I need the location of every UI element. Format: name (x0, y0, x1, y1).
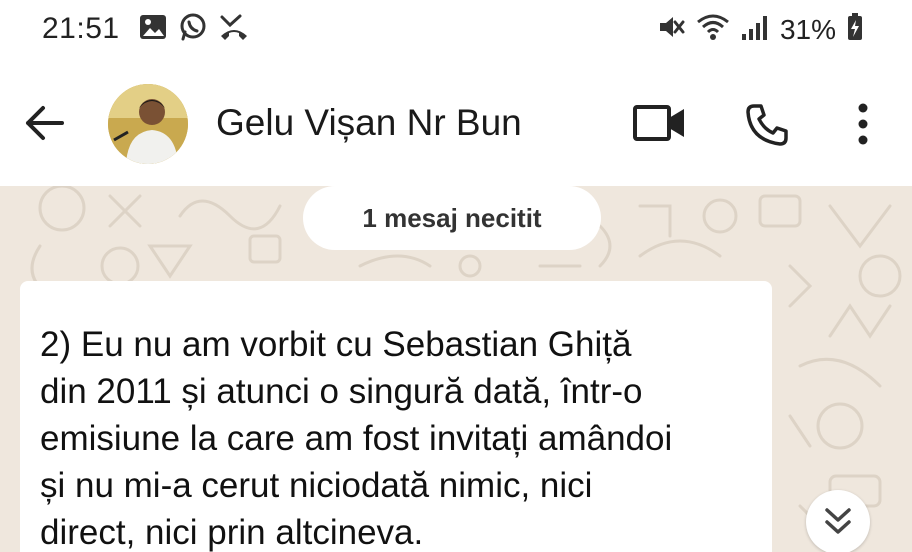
status-right-icons: 31% (656, 12, 864, 47)
status-bar: 21:51 31% (0, 0, 912, 58)
phone-icon (746, 104, 788, 146)
scroll-to-bottom-button[interactable] (806, 490, 870, 552)
message-text: 2) Eu nu am vorbit cu Sebastian Ghiță di… (40, 325, 673, 552)
gallery-icon (138, 12, 168, 47)
back-button[interactable] (22, 103, 68, 143)
avatar[interactable] (108, 84, 188, 164)
video-call-button[interactable] (632, 104, 688, 142)
more-options-icon (858, 103, 868, 145)
missed-call-icon (218, 12, 250, 47)
whatsapp-icon (178, 12, 208, 47)
unread-label: 1 mesaj necitit (362, 202, 542, 233)
mute-icon (656, 12, 686, 47)
back-arrow-icon (26, 106, 64, 140)
more-options-button[interactable] (848, 100, 878, 148)
chat-area[interactable]: 1 mesaj necitit 2) Eu nu am vorbit cu Se… (0, 186, 912, 552)
double-chevron-down-icon (825, 508, 851, 534)
status-left-icons (138, 12, 250, 47)
signal-icon (740, 12, 770, 47)
chat-header: Gelu Vișan Nr Bun (0, 58, 912, 186)
message-bubble[interactable]: 2) Eu nu am vorbit cu Sebastian Ghiță di… (20, 281, 772, 552)
contact-name[interactable]: Gelu Vișan Nr Bun (216, 102, 522, 144)
video-call-icon (633, 105, 684, 141)
unread-messages-banner: 1 mesaj necitit (303, 186, 601, 250)
status-time: 21:51 (42, 12, 120, 45)
wifi-icon (696, 12, 730, 47)
voice-call-button[interactable] (744, 102, 790, 148)
battery-percent: 31% (779, 13, 836, 45)
battery-charging-icon (846, 12, 864, 47)
